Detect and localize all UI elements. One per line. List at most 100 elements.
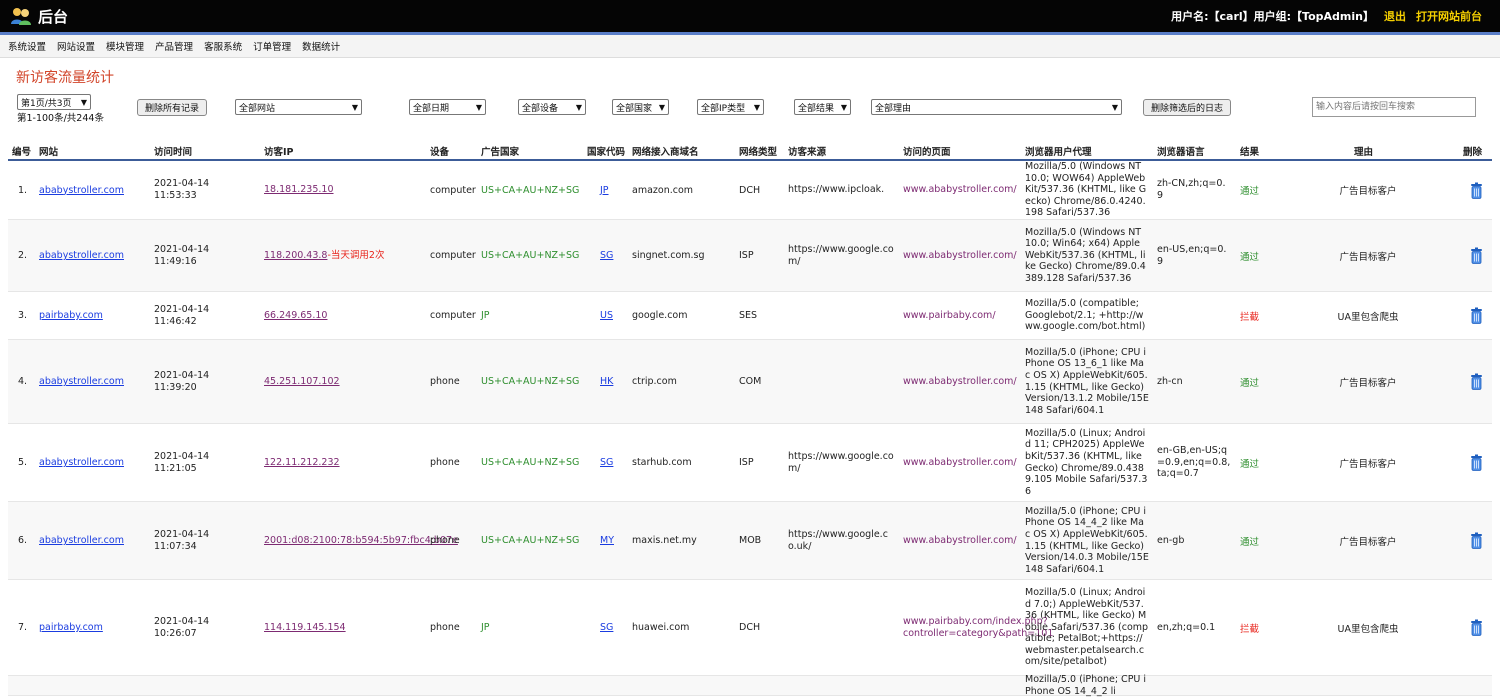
result-cell	[1240, 676, 1280, 695]
menu-statistics[interactable]: 数据统计	[302, 39, 340, 53]
isp-cell: starhub.com	[632, 457, 692, 468]
trash-icon[interactable]	[1470, 307, 1483, 324]
result-cell: 通过	[1240, 186, 1260, 197]
ip-link[interactable]: 18.181.235.10	[264, 184, 334, 195]
trash-icon[interactable]	[1470, 532, 1483, 549]
reason-cell: UA里包含爬虫	[1337, 311, 1399, 323]
delete-filtered-button[interactable]: 删除筛选后的日志	[1143, 99, 1231, 116]
top-bar: 后台 用户名:【carl】用户组:【TopAdmin】 退出 打开网站前台	[0, 0, 1500, 32]
date-filter-select[interactable]: 全部日期 ▼	[409, 99, 486, 115]
reason-cell	[1298, 676, 1438, 695]
trash-icon[interactable]	[1470, 247, 1483, 264]
referrer-cell	[788, 292, 896, 339]
visited-page-link[interactable]: www.pairbaby.com/	[903, 292, 1013, 339]
iptype-filter-select[interactable]: 全部IP类型 ▼	[697, 99, 764, 115]
site-link[interactable]: ababystroller.com	[39, 250, 124, 261]
site-link[interactable]: pairbaby.com	[39, 622, 103, 633]
country-filter-value: 全部国家	[616, 103, 653, 114]
ip-link[interactable]: 45.251.107.102	[264, 376, 340, 387]
trash-icon[interactable]	[1470, 373, 1483, 390]
menu-system-settings[interactable]: 系统设置	[8, 39, 46, 53]
col-lang: 浏览器语言	[1157, 147, 1205, 158]
country-code-link[interactable]: SG	[600, 250, 613, 261]
net-type-cell: ISP	[739, 457, 754, 468]
net-type-cell: COM	[739, 376, 762, 387]
country-code-link[interactable]: JP	[600, 185, 609, 196]
visit-date: 2021-04-14	[154, 178, 210, 189]
page-select[interactable]: 第1页/共3页 ▼	[17, 94, 91, 110]
reason-filter-select[interactable]: 全部理由 ▼	[871, 99, 1122, 115]
visited-page-link[interactable]: www.ababystroller.com/	[903, 161, 1017, 219]
logout-link[interactable]: 退出	[1384, 8, 1406, 24]
result-cell: 通过	[1240, 251, 1260, 263]
ip-link[interactable]: 122.11.212.232	[264, 457, 340, 468]
chevron-down-icon: ▼	[1111, 102, 1118, 112]
table-row: 5. ababystroller.com 2021-04-14 11:21:05…	[8, 424, 1492, 502]
menu-site-settings[interactable]: 网站设置	[57, 39, 95, 53]
delete-all-button[interactable]: 删除所有记录	[137, 99, 207, 116]
open-front-link[interactable]: 打开网站前台	[1416, 8, 1482, 24]
language-cell: en,zh;q=0.1	[1157, 621, 1216, 633]
visited-page-link[interactable]: www.ababystroller.com/	[903, 424, 1017, 501]
result-cell: 拦截	[1240, 311, 1260, 323]
ip-link[interactable]: 2001:d08:2100:78:b594:5b97:fbc4:b07e	[264, 535, 458, 546]
user-agent-cell: Mozilla/5.0 (iPhone; CPU iPhone OS 14_4_…	[1025, 505, 1149, 575]
country-filter-select[interactable]: 全部国家 ▼	[612, 99, 669, 115]
device-cell: phone	[430, 457, 460, 468]
ip-link[interactable]: 118.200.43.8	[264, 250, 327, 261]
visited-page-link[interactable]: www.ababystroller.com/	[903, 340, 1017, 423]
site-link[interactable]: ababystroller.com	[39, 376, 124, 387]
site-link[interactable]: ababystroller.com	[39, 535, 124, 546]
site-link[interactable]: ababystroller.com	[39, 457, 124, 468]
country-code-link[interactable]: MY	[600, 535, 614, 546]
net-type-cell: ISP	[739, 250, 754, 261]
menu-product-management[interactable]: 产品管理	[155, 39, 193, 53]
device-cell: computer	[430, 184, 476, 196]
ip-link[interactable]: 66.249.65.10	[264, 310, 327, 321]
col-ip: 访客IP	[264, 147, 294, 158]
language-cell: en-GB,en-US;q=0.9,en;q=0.8,ta;q=0.7	[1157, 445, 1231, 480]
country-code-link[interactable]: SG	[600, 457, 613, 468]
result-filter-select[interactable]: 全部结果 ▼	[794, 99, 851, 115]
site-link[interactable]: pairbaby.com	[39, 310, 103, 321]
visited-page-link[interactable]: www.ababystroller.com/	[903, 220, 1017, 291]
menu-module-management[interactable]: 模块管理	[106, 39, 144, 53]
ad-country-cell	[481, 676, 586, 695]
col-page: 访问的页面	[903, 147, 951, 158]
visited-page-link[interactable]: www.ababystroller.com/	[903, 502, 1017, 579]
country-code-link[interactable]: SG	[600, 622, 613, 633]
menu-order-management[interactable]: 订单管理	[253, 39, 291, 53]
row-number: 7.	[18, 622, 28, 633]
device-cell: phone	[430, 622, 460, 633]
site-link[interactable]: ababystroller.com	[39, 185, 124, 196]
country-code-link[interactable]: HK	[600, 376, 613, 387]
table-row: 6. ababystroller.com 2021-04-14 11:07:34…	[8, 502, 1492, 580]
country-code-link[interactable]: US	[600, 310, 613, 321]
trash-icon[interactable]	[1470, 182, 1483, 199]
visit-date: 2021-04-14	[154, 528, 210, 540]
ip-link[interactable]: 114.119.145.154	[264, 622, 346, 633]
trash-icon[interactable]	[1470, 619, 1483, 636]
search-input[interactable]	[1312, 97, 1476, 117]
visitor-table: 编号 网站 访问时间 访客IP 设备 广告国家 国家代码 网络接入商域名 网络类…	[8, 140, 1492, 697]
row-number: 2.	[18, 250, 28, 261]
col-site: 网站	[39, 147, 59, 158]
referrer-cell: https://www.ipcloak.	[788, 184, 885, 196]
isp-cell	[632, 676, 737, 695]
col-country-code: 国家代码	[587, 147, 626, 158]
chevron-down-icon: ▼	[840, 102, 847, 112]
col-ad-country: 广告国家	[481, 147, 520, 158]
row-number: 5.	[18, 457, 28, 468]
menu-customer-service[interactable]: 客服系统	[204, 39, 242, 53]
visited-page-link[interactable]	[903, 676, 1013, 695]
chevron-down-icon: ▼	[658, 102, 665, 112]
visited-page-link[interactable]: www.pairbaby.com/index.php?controller=ca…	[903, 580, 1053, 675]
chevron-down-icon: ▼	[475, 102, 482, 112]
site-filter-select[interactable]: 全部网站 ▼	[235, 99, 362, 115]
trash-icon[interactable]	[1470, 454, 1483, 471]
table-row: 3. pairbaby.com 2021-04-14 11:46:42 66.2…	[8, 292, 1492, 340]
reason-cell: UA里包含爬虫	[1337, 623, 1399, 635]
device-filter-select[interactable]: 全部设备 ▼	[518, 99, 586, 115]
date-filter-value: 全部日期	[413, 103, 450, 114]
user-agent-cell: Mozilla/5.0 (compatible; Googlebot/2.1; …	[1025, 298, 1146, 333]
